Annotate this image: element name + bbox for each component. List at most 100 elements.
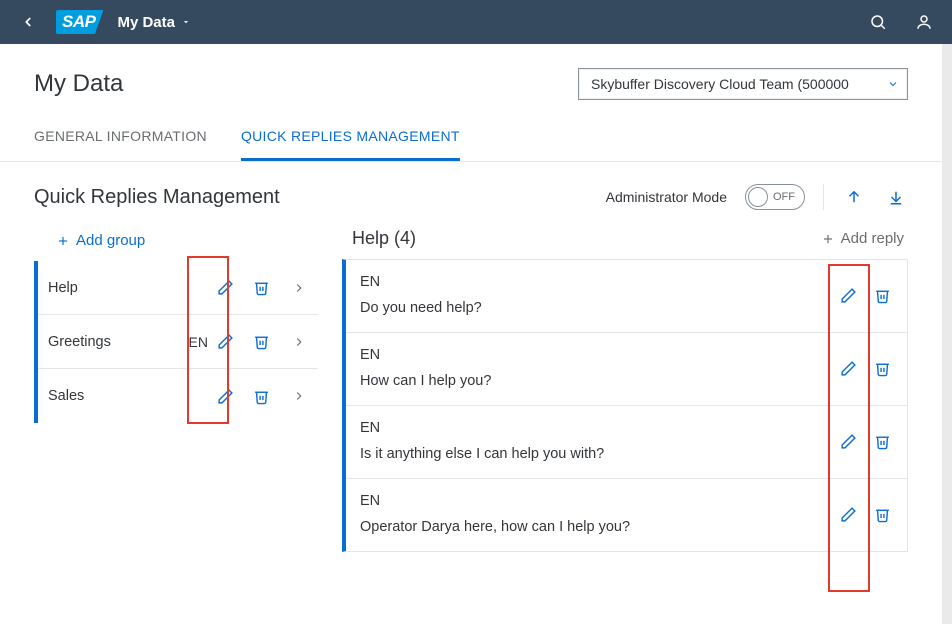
replies-title: Help (4)	[352, 228, 416, 249]
download-button[interactable]	[884, 185, 908, 209]
add-reply-label: Add reply	[841, 230, 904, 247]
chevron-right-icon	[292, 281, 306, 295]
admin-mode-label: Administrator Mode	[606, 189, 727, 205]
delete-reply-button[interactable]	[871, 357, 893, 379]
group-label: Help	[48, 280, 208, 296]
add-reply-button[interactable]: Add reply	[821, 230, 904, 247]
group-row-actions	[214, 277, 310, 299]
tabs: GENERAL INFORMATION QUICK REPLIES MANAGE…	[0, 128, 942, 162]
pencil-icon	[217, 279, 234, 296]
pencil-icon	[840, 287, 857, 304]
replies-header: Help (4) Add reply	[342, 224, 908, 259]
expand-group-button[interactable]	[288, 385, 310, 407]
caret-down-icon	[181, 17, 191, 27]
page: My Data Skybuffer Discovery Cloud Team (…	[0, 44, 952, 624]
expand-group-button[interactable]	[288, 277, 310, 299]
edit-reply-button[interactable]	[837, 430, 859, 452]
group-label: Greetings	[48, 334, 189, 350]
shell-header: SAP My Data	[0, 0, 952, 44]
trash-icon	[874, 506, 891, 523]
team-select[interactable]: Skybuffer Discovery Cloud Team (500000	[578, 68, 908, 100]
reply-text: Is it anything else I can help you with?	[360, 446, 837, 462]
reply-row: EN Is it anything else I can help you wi…	[346, 406, 907, 479]
pencil-icon	[840, 433, 857, 450]
trash-icon	[253, 333, 270, 350]
user-icon	[915, 13, 933, 31]
search-icon	[869, 13, 887, 31]
chevron-left-icon	[21, 15, 35, 29]
edit-group-button[interactable]	[214, 385, 236, 407]
content: Quick Replies Management Administrator M…	[0, 162, 942, 552]
shell-header-right	[868, 12, 934, 32]
group-list: Help Greetings EN	[34, 261, 318, 423]
pencil-icon	[840, 506, 857, 523]
group-row-sales[interactable]: Sales	[38, 369, 318, 423]
add-group-label: Add group	[76, 232, 145, 249]
content-header: Quick Replies Management Administrator M…	[34, 184, 908, 210]
toggle-knob	[748, 187, 768, 207]
reply-list: EN Do you need help? EN How can I help y…	[342, 259, 908, 552]
sap-logo: SAP	[56, 10, 103, 34]
reply-actions	[837, 284, 893, 306]
delete-reply-button[interactable]	[871, 284, 893, 306]
reply-text: Operator Darya here, how can I help you?	[360, 519, 837, 535]
add-group-button[interactable]: Add group	[34, 224, 318, 261]
plus-icon	[821, 232, 835, 246]
trash-icon	[253, 388, 270, 405]
trash-icon	[874, 287, 891, 304]
reply-lang: EN	[360, 347, 837, 363]
back-button[interactable]	[14, 8, 42, 36]
toolbar: Administrator Mode OFF	[606, 184, 908, 210]
trash-icon	[253, 279, 270, 296]
user-button[interactable]	[914, 12, 934, 32]
upload-button[interactable]	[842, 185, 866, 209]
expand-group-button[interactable]	[288, 331, 310, 353]
toggle-text: OFF	[773, 191, 795, 203]
shell-title-dropdown[interactable]: My Data	[117, 14, 191, 31]
team-select-value: Skybuffer Discovery Cloud Team (500000	[591, 76, 879, 92]
chevron-down-icon	[887, 78, 899, 90]
group-row-actions	[214, 385, 310, 407]
edit-reply-button[interactable]	[837, 357, 859, 379]
delete-group-button[interactable]	[250, 331, 272, 353]
tab-general-information[interactable]: GENERAL INFORMATION	[34, 128, 207, 161]
tab-quick-replies-management[interactable]: QUICK REPLIES MANAGEMENT	[241, 128, 460, 161]
group-row-actions	[214, 331, 310, 353]
shell-header-left: SAP My Data	[14, 8, 868, 36]
reply-row: EN How can I help you?	[346, 333, 907, 406]
reply-lang: EN	[360, 274, 837, 290]
group-row-help[interactable]: Help	[38, 261, 318, 315]
shell-title-text: My Data	[117, 14, 175, 31]
reply-body: EN Is it anything else I can help you wi…	[360, 420, 837, 462]
reply-text: How can I help you?	[360, 373, 837, 389]
section-title: Quick Replies Management	[34, 186, 280, 209]
reply-text: Do you need help?	[360, 300, 837, 316]
edit-reply-button[interactable]	[837, 503, 859, 525]
group-badge: EN	[189, 334, 208, 350]
reply-body: EN Do you need help?	[360, 274, 837, 316]
admin-mode-toggle[interactable]: OFF	[745, 184, 805, 210]
reply-actions	[837, 503, 893, 525]
upload-icon	[845, 188, 863, 206]
page-title: My Data	[34, 70, 123, 98]
pencil-icon	[217, 333, 234, 350]
replies-panel: Help (4) Add reply EN Do you need help?	[342, 224, 908, 552]
reply-body: EN How can I help you?	[360, 347, 837, 389]
delete-group-button[interactable]	[250, 277, 272, 299]
download-icon	[887, 188, 905, 206]
pencil-icon	[840, 360, 857, 377]
divider	[823, 184, 824, 210]
group-row-greetings[interactable]: Greetings EN	[38, 315, 318, 369]
trash-icon	[874, 360, 891, 377]
delete-group-button[interactable]	[250, 385, 272, 407]
trash-icon	[874, 433, 891, 450]
columns: Add group Help Greetings EN	[34, 224, 908, 552]
edit-group-button[interactable]	[214, 331, 236, 353]
reply-lang: EN	[360, 493, 837, 509]
edit-reply-button[interactable]	[837, 284, 859, 306]
edit-group-button[interactable]	[214, 277, 236, 299]
plus-icon	[56, 234, 70, 248]
search-button[interactable]	[868, 12, 888, 32]
delete-reply-button[interactable]	[871, 430, 893, 452]
delete-reply-button[interactable]	[871, 503, 893, 525]
